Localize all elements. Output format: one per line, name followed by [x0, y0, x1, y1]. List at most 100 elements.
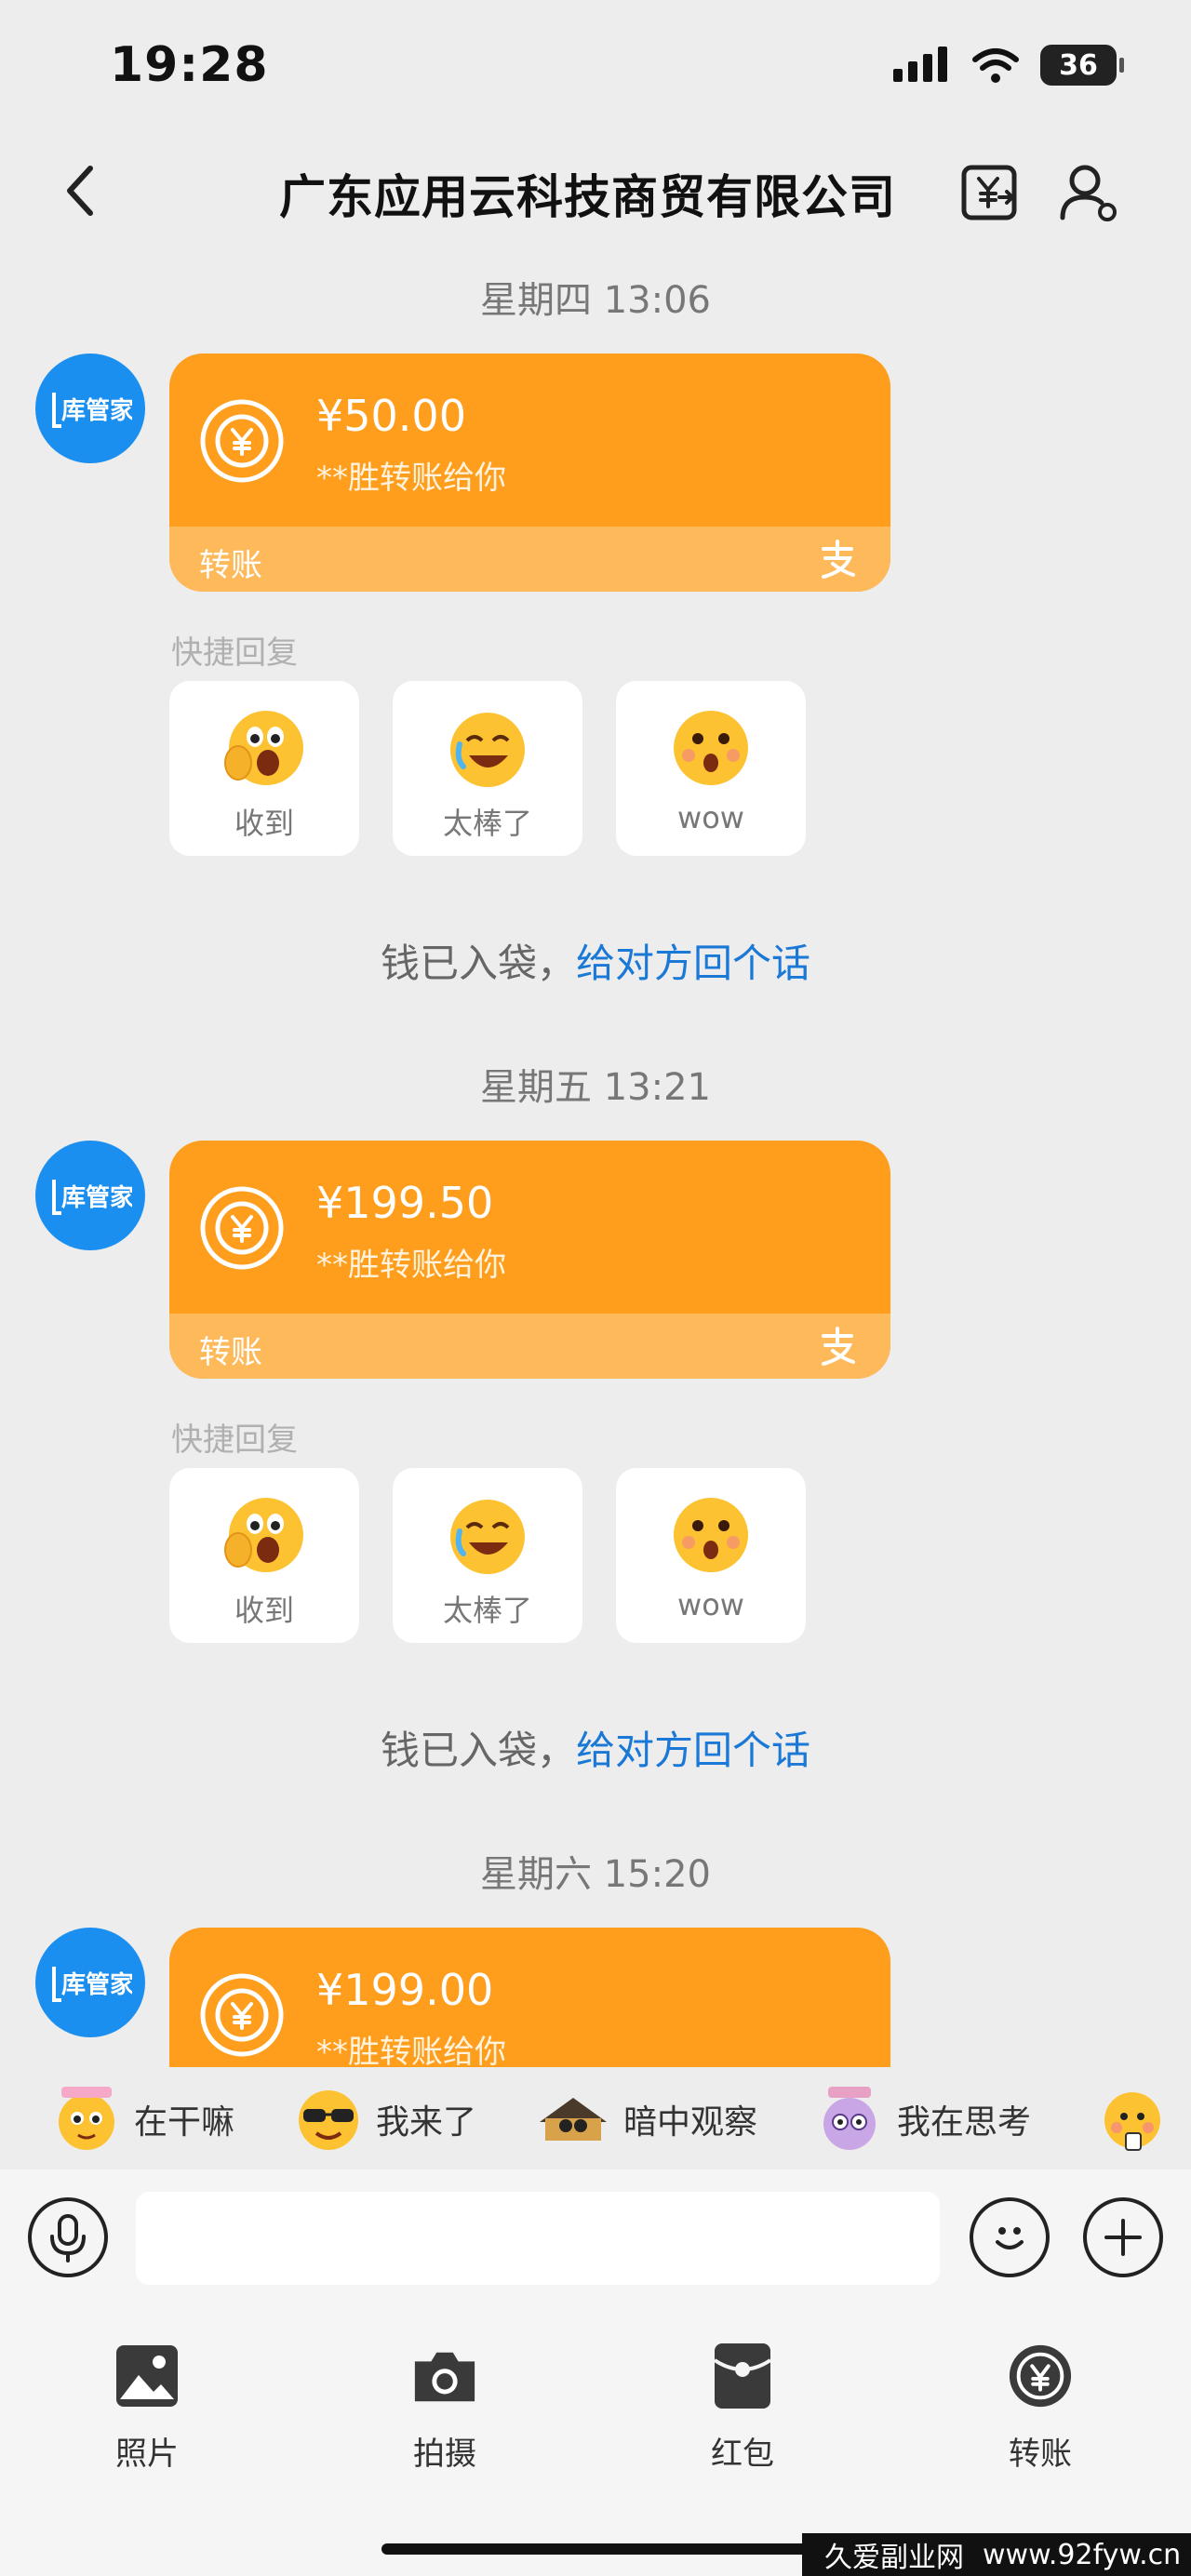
yuan-coin-icon [200, 399, 284, 483]
transfer-amount: ¥199.00 [316, 1965, 494, 2015]
svg-text:库管家: 库管家 [61, 1970, 132, 1999]
reply-link[interactable]: 给对方回个话 [576, 941, 810, 986]
transfer-subtitle: **胜转账给你 [316, 1247, 506, 1284]
avatar[interactable]: 库管家 [35, 1928, 145, 2037]
sticker-label: 我来了 [376, 2103, 477, 2142]
app-logo-icon: 库管家 [52, 1180, 132, 1215]
tool-transfer[interactable]: 转账 [966, 2342, 1115, 2482]
quick-reply-label: 快捷回复 [171, 634, 298, 672]
tool-label: 拍摄 [413, 2436, 476, 2473]
back-button[interactable] [47, 158, 112, 223]
transfer-label: 转账 [199, 547, 262, 584]
sticker-more[interactable] [1098, 2080, 1167, 2158]
transfer-card-footer: 转账 [169, 1314, 890, 1379]
quick-reply-text: wow [677, 1587, 744, 1622]
transfer-card-body: ¥50.00 **胜转账给你 [169, 354, 890, 527]
transfer-card-body: ¥199.50 **胜转账给你 [169, 1141, 890, 1314]
battery-icon: 36 [1040, 45, 1124, 86]
yuan-transfer-icon [961, 165, 1017, 220]
quick-reply-received[interactable]: 收到 [169, 681, 359, 856]
quick-reply-received[interactable]: 收到 [169, 1468, 359, 1643]
quick-reply-label: 快捷回复 [171, 1421, 298, 1459]
svg-text:库管家: 库管家 [61, 1183, 132, 1212]
sticker-label: 暗中观察 [623, 2103, 758, 2142]
more-button[interactable] [1083, 2197, 1163, 2277]
profile-button[interactable] [1055, 158, 1124, 227]
reply-link[interactable]: 给对方回个话 [576, 1728, 810, 1773]
transfer-amount: ¥199.50 [316, 1178, 494, 1228]
alipay-icon [822, 540, 855, 579]
smiley-icon [996, 2227, 1024, 2249]
sticker-here-i-come[interactable]: 我来了 [294, 2080, 476, 2158]
wow-emoji-icon [674, 1498, 748, 1572]
cool-emoji-icon [299, 2090, 358, 2150]
sticker-secret-watch[interactable]: 暗中观察 [536, 2080, 757, 2158]
receipt-notice: 钱已入袋，给对方回个话 [0, 932, 1191, 989]
yuan-transfer-icon [1009, 2344, 1072, 2408]
curious-emoji-icon [59, 2087, 114, 2150]
sticker-label: 在干嘛 [134, 2103, 235, 2142]
transfer-card-footer: 转账 [169, 527, 890, 592]
quick-reply-wow[interactable]: wow [616, 1468, 806, 1643]
emoji-button[interactable] [970, 2197, 1050, 2277]
quick-reply-great[interactable]: 太棒了 [393, 681, 582, 856]
quick-reply-text: 收到 [234, 806, 294, 841]
wow-emoji-icon [674, 711, 748, 785]
app-logo-icon: 库管家 [52, 393, 132, 428]
yuan-coin-icon [200, 1186, 284, 1270]
svg-text:库管家: 库管家 [61, 396, 132, 425]
avatar[interactable]: 库管家 [35, 354, 145, 463]
message-time: 星期四 13:06 [480, 279, 711, 322]
tool-label: 照片 [115, 2436, 179, 2473]
transfer-button[interactable] [955, 158, 1024, 227]
sticker-thinking[interactable]: 我在思考 [815, 2080, 1031, 2158]
status-icons: 36 [893, 45, 1124, 86]
alipay-icon [822, 1327, 855, 1366]
plus-icon [1104, 2219, 1142, 2256]
shocked-emoji-icon [224, 1498, 303, 1572]
signal-icon [893, 47, 947, 82]
yuan-coin-icon [200, 1973, 284, 2057]
tool-label: 转账 [1009, 2436, 1072, 2473]
avatar[interactable]: 库管家 [35, 1141, 145, 1250]
blushing-emoji-icon [1104, 2092, 1160, 2151]
sticker-label: 我在思考 [897, 2103, 1032, 2142]
quick-reply-text: 收到 [234, 1593, 294, 1628]
transfer-amount: ¥50.00 [316, 391, 466, 441]
wifi-icon [972, 48, 1019, 83]
message-time: 星期五 13:21 [480, 1066, 711, 1109]
thinking-emoji-icon [823, 2087, 876, 2150]
shocked-emoji-icon [224, 711, 303, 785]
home-indicator[interactable] [381, 2543, 810, 2555]
voice-button[interactable] [28, 2197, 108, 2277]
transfer-subtitle: **胜转账给你 [316, 2034, 506, 2071]
watermark-url: www.92fyw.cn [983, 2538, 1182, 2571]
transfer-label: 转账 [199, 1334, 262, 1371]
peeking-icon [540, 2098, 607, 2141]
laughing-emoji-icon [450, 1500, 525, 1574]
input-bar [0, 2169, 1191, 2309]
quick-reply-text: wow [677, 800, 744, 835]
message-time: 星期六 15:20 [480, 1853, 711, 1896]
sticker-suggestions: 在干嘛 我来了 暗中观察 我在思考 [0, 2067, 1191, 2169]
tool-label: 红包 [711, 2436, 774, 2473]
quick-reply-text: 太棒了 [442, 1593, 532, 1628]
chevron-left-icon [67, 166, 93, 216]
sticker-what-doing[interactable]: 在干嘛 [52, 2080, 234, 2158]
receipt-text: 钱已入袋， [380, 941, 576, 986]
quick-reply-wow[interactable]: wow [616, 681, 806, 856]
transfer-card[interactable]: ¥50.00 **胜转账给你 转账 [169, 354, 890, 592]
quick-reply-text: 太棒了 [442, 806, 532, 841]
transfer-card[interactable]: ¥199.50 **胜转账给你 转账 [169, 1141, 890, 1379]
user-settings-icon [1060, 165, 1117, 221]
tool-red-packet[interactable]: 红包 [668, 2342, 817, 2482]
message-input[interactable] [136, 2192, 940, 2285]
tool-photos[interactable]: 照片 [73, 2342, 221, 2482]
quick-reply-great[interactable]: 太棒了 [393, 1468, 582, 1643]
watermark-site: 久爱副业网 [824, 2542, 964, 2574]
image-icon [116, 2345, 178, 2407]
microphone-icon [50, 2214, 86, 2262]
tool-camera[interactable]: 拍摄 [370, 2342, 519, 2482]
watermark: 久爱副业网 www.92fyw.cn [802, 2533, 1191, 2576]
receipt-text: 钱已入袋， [380, 1728, 576, 1773]
